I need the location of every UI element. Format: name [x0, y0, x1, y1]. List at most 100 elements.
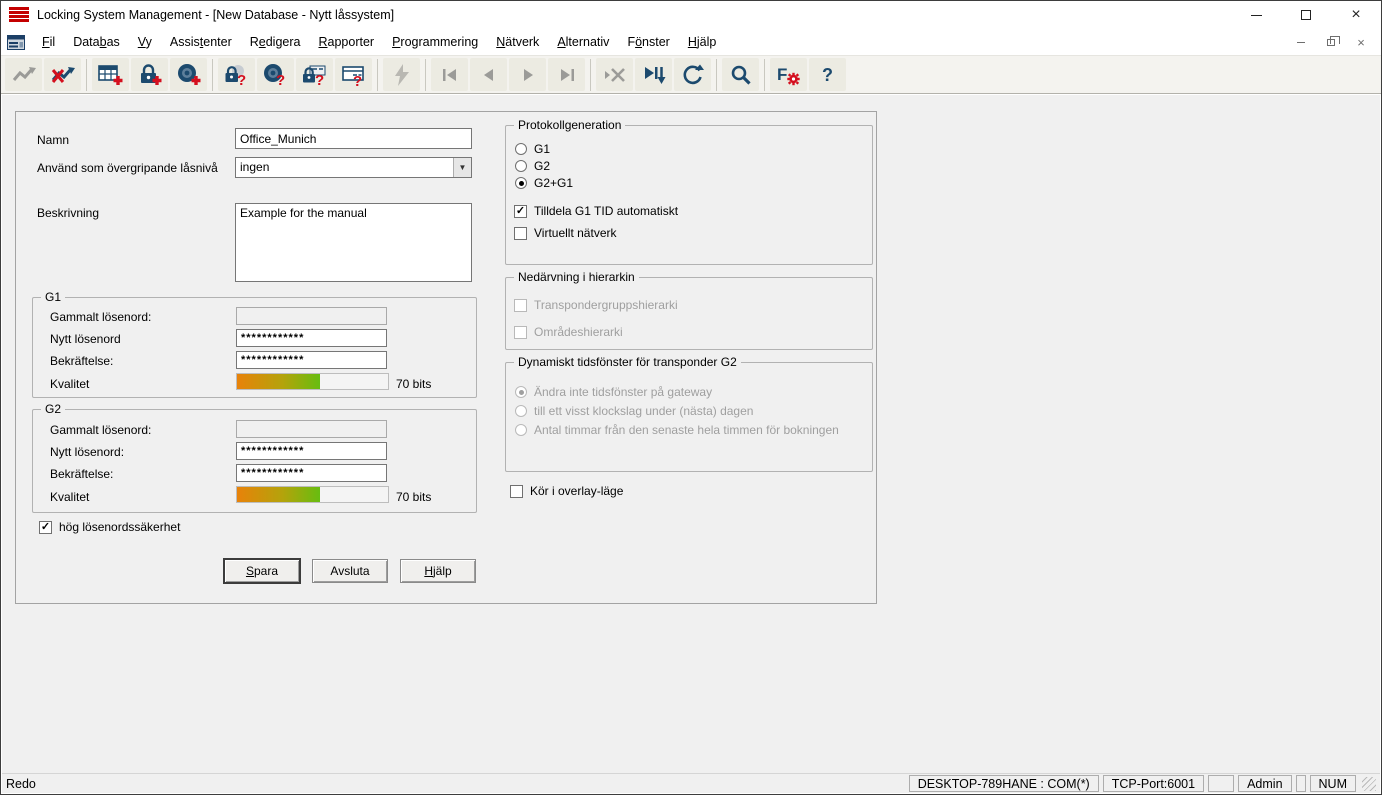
protocol-g1-radio[interactable]: G1 — [515, 142, 550, 156]
help-dialog-button[interactable]: Hjälp — [400, 559, 476, 583]
g1-confirm-input[interactable] — [236, 351, 387, 369]
toolbar-separator — [86, 59, 87, 91]
close-button[interactable]: × — [1331, 1, 1381, 29]
logout-button[interactable] — [44, 58, 81, 91]
nav-prev-button[interactable] — [470, 58, 507, 91]
chevron-down-icon: ▼ — [459, 163, 467, 172]
close-icon: × — [1351, 7, 1360, 23]
title-bar: Locking System Management - [New Databas… — [1, 1, 1381, 29]
g1-quality-bar — [236, 373, 389, 390]
g1-quality-fill — [237, 374, 320, 389]
status-panels: DESKTOP-789HANE : COM(*) TCP-Port:6001 A… — [909, 775, 1380, 792]
window-controls: × — [1231, 1, 1381, 29]
help-button[interactable]: ? — [809, 58, 846, 91]
radio-selected-icon — [515, 386, 527, 398]
overall-level-select[interactable]: ingen ▼ — [235, 157, 472, 178]
refresh-button[interactable] — [674, 58, 711, 91]
mdi-minimize-button[interactable] — [1293, 35, 1309, 49]
read-card-icon: ? — [340, 63, 367, 87]
svg-text:?: ? — [276, 72, 285, 87]
svg-text:?: ? — [237, 72, 246, 87]
mdi-close-icon: × — [1357, 36, 1365, 49]
goto-record-button[interactable] — [635, 58, 672, 91]
virtual-network-checkbox[interactable]: Virtuellt nätverk — [514, 226, 616, 240]
g2-confirm-input[interactable] — [236, 464, 387, 482]
new-lock-button[interactable] — [131, 58, 168, 91]
menu-redigera[interactable]: Redigera — [241, 31, 310, 53]
menu-fonster[interactable]: Fönster — [618, 31, 678, 53]
menu-rapporter[interactable]: Rapporter — [309, 31, 383, 53]
new-locking-system-button[interactable] — [92, 58, 129, 91]
maximize-button[interactable] — [1281, 1, 1331, 29]
checkbox-unchecked-icon — [514, 326, 527, 339]
menu-fil[interactable]: Fil — [33, 31, 64, 53]
cancel-navigation-button[interactable] — [596, 58, 633, 91]
g1-new-password-input[interactable] — [236, 329, 387, 347]
menu-vy[interactable]: Vy — [129, 31, 161, 53]
svg-text:F: F — [777, 65, 787, 84]
save-button[interactable]: Spara — [224, 559, 300, 583]
app-window: Locking System Management - [New Databas… — [0, 0, 1382, 795]
protocol-g2-radio[interactable]: G2 — [515, 159, 550, 173]
nav-next-button[interactable] — [509, 58, 546, 91]
radio-unselected-icon — [515, 424, 527, 436]
refresh-icon — [681, 64, 705, 86]
area-hierarchy-checkbox: Områdeshierarki — [514, 325, 623, 339]
g2-quality-fill — [237, 487, 320, 502]
app-logo-icon — [9, 7, 29, 23]
checkbox-checked-icon: ✓ — [514, 205, 527, 218]
menu-programmering[interactable]: Programmering — [383, 31, 487, 53]
menu-databas[interactable]: Databas — [64, 31, 129, 53]
name-input[interactable] — [235, 128, 472, 149]
protocol-g2g1-radio[interactable]: G2+G1 — [515, 176, 573, 190]
login-button[interactable] — [5, 58, 42, 91]
nav-last-button[interactable] — [548, 58, 585, 91]
g2-new-password-input[interactable] — [236, 442, 387, 460]
menu-hjalp[interactable]: Hjälp — [679, 31, 726, 53]
checkbox-checked-icon: ✓ — [39, 521, 52, 534]
mdi-close-button[interactable]: × — [1353, 35, 1369, 49]
overlay-mode-checkbox[interactable]: Kör i overlay-läge — [510, 484, 623, 498]
help-icon: ? — [818, 64, 838, 86]
checkbox-unchecked-icon — [514, 299, 527, 312]
g1-new-password-label: Nytt lösenord — [50, 332, 121, 346]
high-password-security-checkbox[interactable]: ✓ hög lösenordssäkerhet — [39, 520, 180, 534]
nav-first-icon — [439, 65, 461, 85]
filter-settings-button[interactable]: F — [770, 58, 807, 91]
mdi-window-controls: × — [1293, 35, 1381, 49]
menu-assistenter[interactable]: Assistenter — [161, 31, 241, 53]
minimize-icon — [1251, 15, 1262, 16]
locking-system-properties-panel: Namn Använd som övergripande låsnivå ing… — [15, 111, 877, 604]
resize-grip[interactable] — [1362, 777, 1376, 791]
menu-natverk[interactable]: Nätverk — [487, 31, 548, 53]
protocol-generation-group: Protokollgeneration G1 G2 G2+G1 ✓ Tillde… — [505, 125, 873, 265]
program-lightning-icon — [390, 63, 414, 87]
read-lock-icon: ? — [223, 63, 250, 87]
exit-button[interactable]: Avsluta — [312, 559, 388, 583]
toolbar-separator — [425, 59, 426, 91]
combo-dropdown-button[interactable]: ▼ — [453, 158, 471, 177]
search-button[interactable] — [722, 58, 759, 91]
read-transponder-button[interactable]: ? — [257, 58, 294, 91]
dynamic-option1-radio: Ändra inte tidsfönster på gateway — [515, 385, 712, 399]
new-transponder-button[interactable] — [170, 58, 207, 91]
status-bar: Redo DESKTOP-789HANE : COM(*) TCP-Port:6… — [2, 773, 1380, 793]
program-button[interactable] — [383, 58, 420, 91]
minimize-button[interactable] — [1231, 1, 1281, 29]
read-card-button[interactable]: ? — [335, 58, 372, 91]
nav-next-icon — [517, 65, 539, 85]
g2-quality-bits: 70 bits — [396, 490, 431, 504]
g2-quality-bar — [236, 486, 389, 503]
nav-first-button[interactable] — [431, 58, 468, 91]
status-empty-panel-2 — [1296, 775, 1306, 792]
status-tcp-panel: TCP-Port:6001 — [1103, 775, 1204, 792]
status-admin-panel: Admin — [1238, 775, 1291, 792]
assign-g1-tid-checkbox[interactable]: ✓ Tilldela G1 TID automatiskt — [514, 204, 678, 218]
description-textarea[interactable]: Example for the manual — [235, 203, 472, 282]
read-lock-button[interactable]: ? — [218, 58, 255, 91]
menu-alternativ[interactable]: Alternativ — [548, 31, 618, 53]
read-g1-lock-button[interactable]: ? — [296, 58, 333, 91]
g2-new-password-label: Nytt lösenord: — [50, 445, 124, 459]
mdi-restore-button[interactable] — [1323, 35, 1339, 49]
hierarchy-inheritance-legend: Nedärvning i hierarkin — [514, 270, 639, 284]
